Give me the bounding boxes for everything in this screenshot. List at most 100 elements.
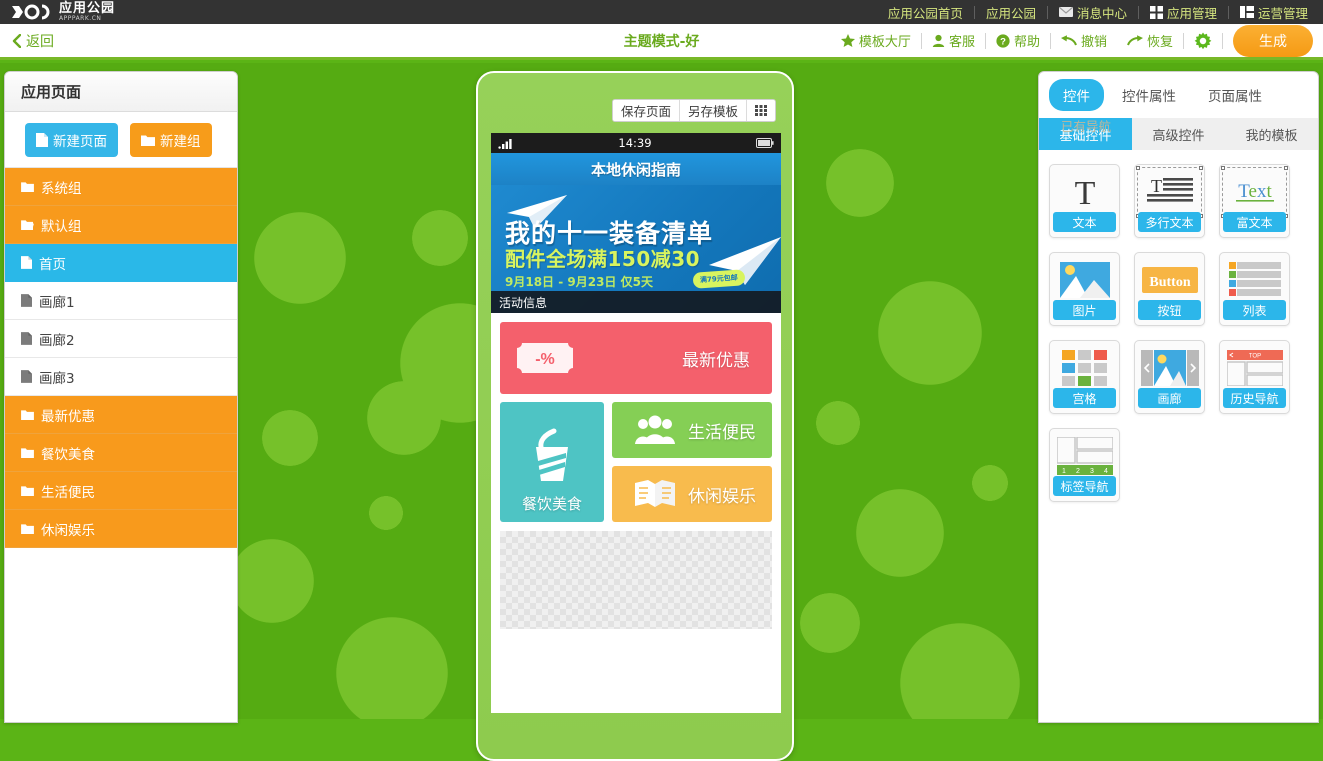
editor-stage: 应用页面 新建页面 新建组 系统组 默认组 首页 画廊1 画廊2 画廊3 最新优惠 餐饮美食生… — [0, 63, 1323, 761]
tile-life-services-label: 生活便民 — [688, 422, 756, 443]
signal-icon — [498, 138, 512, 149]
widget-tab-nav[interactable]: 1 2 3 4 标签导航 — [1049, 428, 1120, 502]
subtab-my-templates[interactable]: 我的模板 — [1225, 118, 1318, 150]
widget-grid-tiles[interactable]: 宫格 — [1049, 340, 1120, 414]
sidebar-item-label: 画廊1 — [39, 294, 75, 311]
nav-apppark-label: 应用公园 — [985, 5, 1036, 21]
nav-app-management-label: 应用管理 — [1166, 5, 1217, 21]
logo-text-cn: 应用公园 — [59, 1, 116, 16]
phone-screen: 14:39 本地休闲指南 我的十一装备清单 配件全场满150减30 9月18日 … — [491, 133, 781, 713]
widget-list-label: 列表 — [1223, 300, 1286, 320]
widget-grid: T 文本 T 多行文本 Text 富文本 图片 Button 按钮 列表 宫格 … — [1039, 150, 1318, 502]
folder-icon — [21, 181, 34, 192]
widget-gallery[interactable]: 画廊 — [1134, 340, 1205, 414]
widgets-panel: 控件 控件属性 页面属性 基础控件 高级控件 我的模板 已有导航 T 文本 T … — [1038, 71, 1319, 723]
gear-icon — [1194, 31, 1212, 49]
sidebar-item-6[interactable]: 最新优惠 — [5, 396, 237, 434]
sidebar-item-5[interactable]: 画廊3 — [5, 358, 237, 396]
panel-tab-0[interactable]: 控件 — [1049, 79, 1104, 111]
sidebar-item-0[interactable]: 系统组 — [5, 168, 237, 206]
banner-line-3: 9月18日 - 9月23日 仅5天 — [505, 275, 653, 289]
phone-toolbar: 保存页面 另存模板 — [611, 99, 776, 122]
tile-column: 生活便民 休闲娱乐 — [612, 402, 772, 522]
widget-rich-text[interactable]: Text 富文本 — [1219, 164, 1290, 238]
settings-button[interactable] — [1184, 31, 1222, 50]
banner-line-1: 我的十一装备清单 — [505, 219, 714, 248]
sidebar-item-8[interactable]: 生活便民 — [5, 472, 237, 510]
new-group-button[interactable]: 新建组 — [130, 123, 212, 157]
widget-rich-text-label: 富文本 — [1223, 212, 1286, 232]
template-hall-button[interactable]: 模板大厅 — [831, 31, 921, 50]
grid-small-icon — [755, 105, 767, 116]
widget-list[interactable]: 列表 — [1219, 252, 1290, 326]
empty-drop-zone[interactable] — [500, 531, 772, 629]
subtab-basic-widgets[interactable]: 基础控件 — [1039, 118, 1132, 150]
support-button[interactable]: 客服 — [922, 31, 985, 50]
svg-text:T: T — [1074, 175, 1095, 212]
sidebar-item-1[interactable]: 默认组 — [5, 206, 237, 244]
help-button[interactable]: ? 帮助 — [986, 31, 1050, 50]
status-time: 14:39 — [618, 136, 652, 150]
widget-history-nav-label: 历史导航 — [1223, 388, 1286, 408]
tile-life-services[interactable]: 生活便民 — [612, 402, 772, 458]
new-page-button[interactable]: 新建页面 — [25, 123, 118, 157]
sidebar-item-label: 画廊2 — [39, 332, 75, 349]
selection-dashed-border — [1221, 166, 1288, 218]
tile-grid-widget: -% 最新优惠 餐饮美食 生活便民 休闲娱乐 — [491, 313, 781, 531]
tile-latest-offers[interactable]: -% 最新优惠 — [500, 322, 772, 394]
folder-icon — [21, 409, 34, 420]
tile-food[interactable]: 餐饮美食 — [500, 402, 604, 522]
nav-app-management[interactable]: 应用管理 — [1139, 0, 1228, 24]
generate-button[interactable]: 生成 — [1233, 24, 1313, 57]
sidebar-item-label: 最新优惠 — [41, 408, 95, 425]
redo-label: 恢复 — [1146, 35, 1173, 50]
save-page-button[interactable]: 保存页面 — [612, 100, 680, 121]
logo-text-en: APPPARK.CN — [59, 15, 102, 22]
subtab-advanced-widgets[interactable]: 高级控件 — [1132, 118, 1225, 150]
sidebar-item-4[interactable]: 画廊2 — [5, 320, 237, 358]
toolbar-divider — [1222, 32, 1223, 49]
mail-icon — [1058, 7, 1073, 17]
widget-text[interactable]: T 文本 — [1049, 164, 1120, 238]
widget-button-label: 按钮 — [1138, 300, 1201, 320]
nav-home[interactable]: 应用公园首页 — [877, 0, 974, 24]
button-icon: Button — [1139, 257, 1200, 303]
undo-button[interactable]: 撤销 — [1051, 31, 1117, 50]
sidebar-item-7[interactable]: 餐饮美食 — [5, 434, 237, 472]
grid-view-button[interactable] — [747, 100, 775, 121]
page-icon — [36, 133, 48, 147]
grid-tiles-icon — [1054, 345, 1115, 391]
widget-grid-tiles-label: 宫格 — [1053, 388, 1116, 408]
sidebar-item-label: 餐饮美食 — [41, 446, 95, 463]
nav-messages[interactable]: 消息中心 — [1048, 0, 1138, 24]
pages-panel-actions: 新建页面 新建组 — [5, 112, 237, 167]
svg-text:4: 4 — [1104, 468, 1108, 475]
nav-apppark[interactable]: 应用公园 — [975, 0, 1047, 24]
tab-nav-icon: 1 2 3 4 — [1054, 433, 1115, 479]
phone-preview: 保存页面 另存模板 14:39 本地休闲指南 我的十一装备清单 配件全场满150… — [476, 71, 794, 761]
tile-food-label: 餐饮美食 — [521, 495, 582, 513]
widget-history-nav[interactable]: TOP 历史导航 — [1219, 340, 1290, 414]
tile-row: 餐饮美食 生活便民 休闲娱乐 — [500, 402, 772, 522]
panel-tab-label: 控件 — [1063, 89, 1090, 105]
sidebar-item-9[interactable]: 休闲娱乐 — [5, 510, 237, 548]
save-as-template-button[interactable]: 另存模板 — [679, 100, 747, 121]
banner-widget[interactable]: 我的十一装备清单 配件全场满150减30 9月18日 - 9月23日 仅5天 满… — [491, 185, 781, 313]
tile-entertainment-label: 休闲娱乐 — [688, 486, 756, 507]
widget-multiline-text-label: 多行文本 — [1138, 212, 1201, 232]
site-logo[interactable]: 应用公园 APPPARK.CN — [0, 2, 115, 22]
nav-operations[interactable]: 运营管理 — [1229, 0, 1319, 24]
widget-image[interactable]: 图片 — [1049, 252, 1120, 326]
panel-tab-1[interactable]: 控件属性 — [1108, 79, 1190, 111]
redo-button[interactable]: 恢复 — [1117, 31, 1183, 50]
widget-button[interactable]: Button 按钮 — [1134, 252, 1205, 326]
page-icon — [21, 370, 32, 383]
support-label: 客服 — [948, 35, 975, 50]
back-button[interactable]: 返回 — [0, 31, 120, 51]
sidebar-item-3[interactable]: 画廊1 — [5, 282, 237, 320]
panel-tab-2[interactable]: 页面属性 — [1194, 79, 1276, 111]
tile-entertainment[interactable]: 休闲娱乐 — [612, 466, 772, 522]
widget-multiline-text[interactable]: T 多行文本 — [1134, 164, 1205, 238]
panel-icon — [1239, 6, 1254, 18]
sidebar-item-2[interactable]: 首页 — [5, 244, 237, 282]
